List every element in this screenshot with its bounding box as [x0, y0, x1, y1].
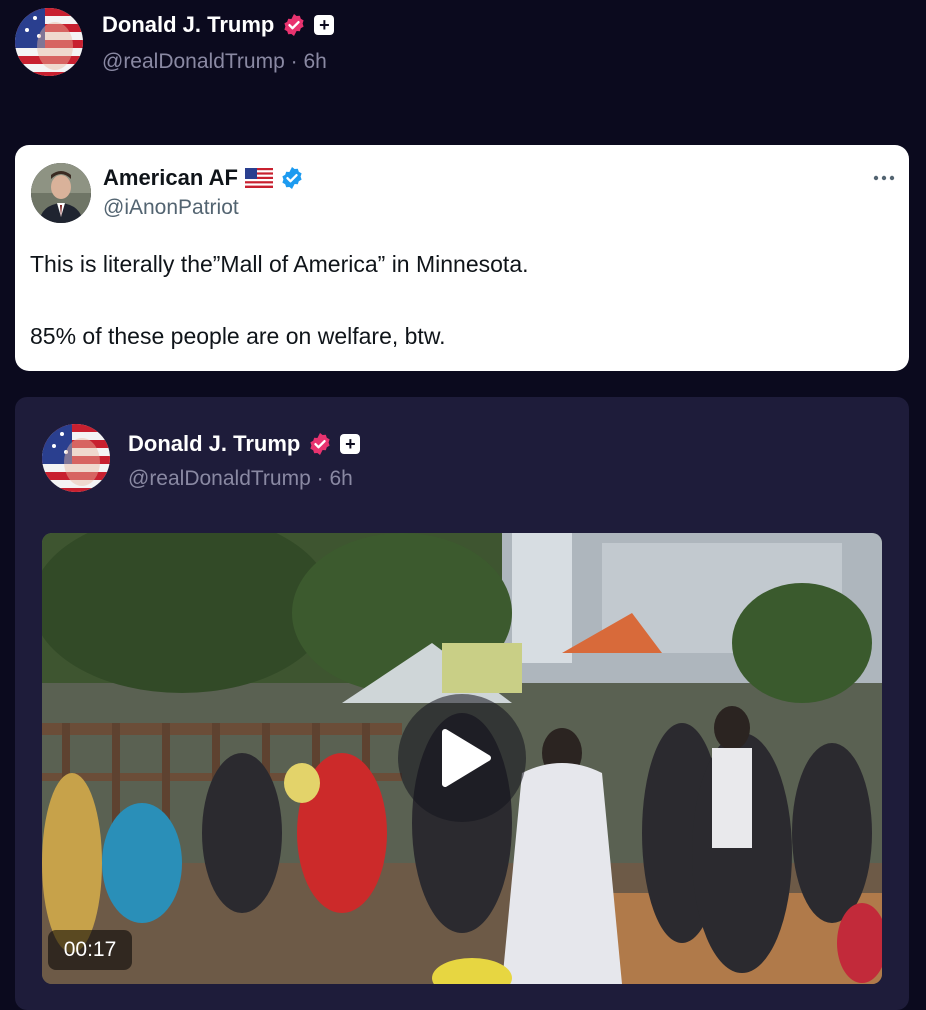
post-time[interactable]: 6h [303, 50, 326, 73]
more-dots-icon[interactable] [869, 167, 899, 187]
separator-dot: · [290, 50, 298, 73]
author-handle[interactable]: @realDonaldTrump [102, 50, 285, 73]
quoted-text-line-2: 85% of these people are on welfare, btw. [30, 323, 446, 349]
verified-badge-icon [282, 167, 302, 189]
man-in-suit-avatar-image [31, 163, 91, 223]
video-duration: 00:17 [48, 930, 132, 970]
quoted-author-handle[interactable]: @iAnonPatriot [103, 196, 239, 220]
author-handle-line: @realDonaldTrump · 6h [102, 50, 327, 74]
author-name[interactable]: Donald J. Trump [102, 12, 274, 38]
quoted-text-line-1: This is literally the”Mall of America” i… [30, 251, 529, 277]
separator-dot: · [316, 467, 324, 490]
quoted-author-avatar[interactable] [31, 163, 91, 223]
us-flag-icon [244, 168, 273, 188]
embedded-author-name[interactable]: Donald J. Trump [128, 431, 300, 457]
flag-face-avatar-image [42, 424, 110, 492]
verified-badge-icon [310, 433, 330, 455]
embedded-author-handle[interactable]: @realDonaldTrump [128, 467, 311, 490]
quoted-author-name[interactable]: American AF [103, 165, 238, 191]
quoted-tweet-card[interactable]: American AF @iAnonPatriot This is litera… [15, 145, 909, 371]
play-button[interactable] [398, 694, 526, 822]
play-icon [442, 729, 491, 787]
author-avatar[interactable] [15, 8, 83, 76]
embedded-author-avatar[interactable] [42, 424, 110, 492]
verified-badge-icon [284, 14, 304, 36]
flag-face-avatar-image [15, 8, 83, 76]
plus-badge-icon: + [340, 434, 361, 454]
plus-badge-icon: + [314, 15, 335, 35]
embedded-post-time[interactable]: 6h [329, 467, 352, 490]
embedded-handle-line: @realDonaldTrump · 6h [128, 467, 353, 491]
